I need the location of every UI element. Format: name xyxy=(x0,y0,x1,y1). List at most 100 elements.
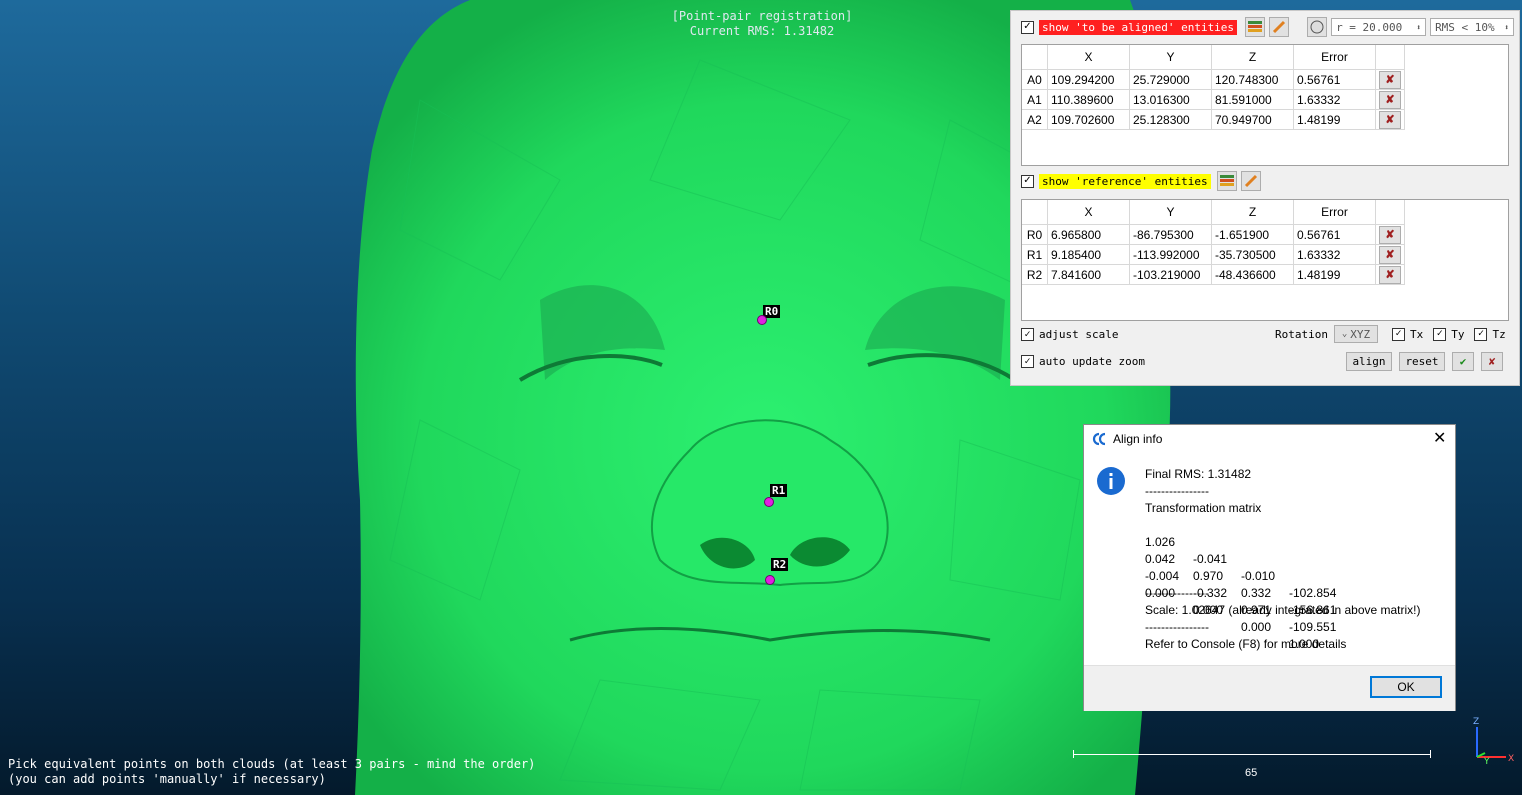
cell-z[interactable]: 120.748300 xyxy=(1211,69,1294,90)
table-row[interactable]: R2 7.841600 -103.219000 -48.436600 1.481… xyxy=(1022,264,1405,285)
cell-x[interactable]: 110.389600 xyxy=(1047,89,1130,110)
scale-info: Scale: 1.02647 (already integrated in ab… xyxy=(1145,603,1421,617)
cell-z[interactable]: 70.949700 xyxy=(1211,109,1294,130)
point-marker-r0[interactable] xyxy=(757,315,767,325)
reference-points-table: X Y Z Error R0 6.965800 -86.795300 -1.65… xyxy=(1021,199,1509,321)
row-id: A0 xyxy=(1022,69,1048,90)
delete-point-button[interactable]: ✘ xyxy=(1379,70,1401,89)
matrix-title: Transformation matrix xyxy=(1145,501,1262,515)
console-hint: Refer to Console (F8) for more details xyxy=(1145,637,1347,651)
cell-x[interactable]: 9.185400 xyxy=(1047,244,1130,265)
table-row[interactable]: A0 109.294200 25.729000 120.748300 0.567… xyxy=(1022,69,1405,90)
reference-list-button[interactable] xyxy=(1216,171,1237,191)
spin-arrows-icon: ⬍ xyxy=(1504,22,1510,32)
cell-z[interactable]: -1.651900 xyxy=(1211,224,1294,245)
adjust-scale-checkbox[interactable]: ✓ xyxy=(1021,328,1034,341)
scale-tick-left xyxy=(1073,750,1074,758)
auto-update-zoom-checkbox[interactable]: ✓ xyxy=(1021,355,1034,368)
separator: ---------------- xyxy=(1145,484,1209,498)
table-row[interactable]: R1 9.185400 -113.992000 -35.730500 1.633… xyxy=(1022,244,1405,265)
reset-button[interactable]: reset xyxy=(1399,352,1445,371)
axis-z-label: Z xyxy=(1473,717,1479,727)
aligned-list-button[interactable] xyxy=(1245,17,1266,37)
cell-x[interactable]: 109.294200 xyxy=(1047,69,1130,90)
spin-arrows-icon: ⬍ xyxy=(1416,22,1422,32)
header-x: X xyxy=(1047,200,1130,225)
cell-error: 1.63332 xyxy=(1293,244,1376,265)
matrix-cell: -109.551 xyxy=(1289,620,1337,634)
table-row[interactable]: A2 109.702600 25.128300 70.949700 1.4819… xyxy=(1022,109,1405,130)
close-icon[interactable]: ✕ xyxy=(1433,428,1446,448)
cell-z[interactable]: 81.591000 xyxy=(1211,89,1294,110)
cell-x[interactable]: 109.702600 xyxy=(1047,109,1130,130)
cell-y[interactable]: 25.128300 xyxy=(1129,109,1212,130)
pencil-icon xyxy=(1244,174,1257,188)
scale-bar xyxy=(1073,754,1431,755)
cell-y[interactable]: 13.016300 xyxy=(1129,89,1212,110)
row-id: A1 xyxy=(1022,89,1048,110)
delete-point-button[interactable]: ✘ xyxy=(1379,245,1401,264)
show-reference-checkbox[interactable]: ✓ xyxy=(1021,174,1034,188)
delete-point-button[interactable]: ✘ xyxy=(1379,265,1401,284)
cell-x[interactable]: 7.841600 xyxy=(1047,264,1130,285)
cell-error: 0.56761 xyxy=(1293,69,1376,90)
rms-filter-spinbox[interactable]: RMS < 10% ⬍ xyxy=(1430,18,1515,36)
cell-error: 1.48199 xyxy=(1293,109,1376,130)
ok-button[interactable]: OK xyxy=(1370,676,1442,698)
reference-grid: X Y Z Error R0 6.965800 -86.795300 -1.65… xyxy=(1022,200,1405,285)
separator: ---------------- xyxy=(1145,620,1209,634)
delete-point-button[interactable]: ✘ xyxy=(1379,225,1401,244)
cancel-button[interactable]: ✘ xyxy=(1481,352,1503,371)
aligned-points-table: X Y Z Error A0 109.294200 25.729000 120.… xyxy=(1021,44,1509,166)
rotation-label: Rotation xyxy=(1275,327,1328,341)
reference-edit-button[interactable] xyxy=(1240,171,1261,191)
header-y: Y xyxy=(1129,45,1212,70)
show-reference-label[interactable]: show 'reference' entities xyxy=(1039,173,1211,189)
table-row[interactable]: A1 110.389600 13.016300 81.591000 1.6333… xyxy=(1022,89,1405,110)
confirm-button[interactable]: ✔ xyxy=(1452,352,1474,371)
cell-y[interactable]: -86.795300 xyxy=(1129,224,1212,245)
matrix-cell: -0.010 xyxy=(1241,569,1276,583)
tz-checkbox[interactable]: ✓ xyxy=(1474,327,1488,341)
axis-trihedron-icon: Z X Y xyxy=(1473,717,1514,765)
registration-panel: ✓ show 'to be aligned' entities r = 20.0… xyxy=(1010,10,1520,386)
header-delete xyxy=(1375,200,1405,225)
align-button[interactable]: align xyxy=(1346,352,1392,371)
ty-checkbox[interactable]: ✓ xyxy=(1433,327,1447,341)
cell-z[interactable]: -35.730500 xyxy=(1211,244,1294,265)
instruction-line-1: Pick equivalent points on both clouds (a… xyxy=(8,757,536,771)
align-info-dialog: Align info ✕ Final RMS: 1.31482 --------… xyxy=(1083,424,1456,711)
tz-label: Tz xyxy=(1492,327,1506,341)
show-aligned-checkbox[interactable]: ✓ xyxy=(1021,20,1034,34)
tx-label: Tx xyxy=(1409,327,1424,341)
header-z: Z xyxy=(1211,200,1294,225)
dialog-titlebar[interactable]: Align info ✕ xyxy=(1084,425,1455,453)
cell-y[interactable]: 25.729000 xyxy=(1129,69,1212,90)
point-marker-r2[interactable] xyxy=(765,575,775,585)
delete-point-button[interactable]: ✘ xyxy=(1379,90,1401,109)
radius-spinbox[interactable]: r = 20.000 ⬍ xyxy=(1331,18,1427,36)
corner-cell xyxy=(1022,45,1048,70)
rotation-select[interactable]: ⌄ XYZ xyxy=(1333,325,1378,343)
row-id: R1 xyxy=(1022,244,1048,265)
header-error: Error xyxy=(1293,45,1376,70)
layers-icon xyxy=(1248,21,1263,32)
tx-checkbox[interactable]: ✓ xyxy=(1391,327,1405,341)
point-marker-r1[interactable] xyxy=(764,497,774,507)
show-aligned-label[interactable]: show 'to be aligned' entities xyxy=(1039,19,1238,35)
table-row[interactable]: R0 6.965800 -86.795300 -1.651900 0.56761… xyxy=(1022,224,1405,245)
row-id: R0 xyxy=(1022,224,1048,245)
cell-y[interactable]: -113.992000 xyxy=(1129,244,1212,265)
delete-point-button[interactable]: ✘ xyxy=(1379,110,1401,129)
cell-error: 1.48199 xyxy=(1293,264,1376,285)
aligned-edit-button[interactable] xyxy=(1269,17,1290,37)
matrix-cell: -0.041 xyxy=(1193,552,1228,566)
chevron-down-icon: ⌄ xyxy=(1341,329,1348,339)
sphere-toggle-button[interactable] xyxy=(1307,17,1328,37)
cell-y[interactable]: -103.219000 xyxy=(1129,264,1212,285)
cell-x[interactable]: 6.965800 xyxy=(1047,224,1130,245)
rms-filter-value: RMS < 10% xyxy=(1435,20,1495,34)
cell-z[interactable]: -48.436600 xyxy=(1211,264,1294,285)
final-rms: Final RMS: 1.31482 xyxy=(1145,467,1252,481)
corner-cell xyxy=(1022,200,1048,225)
